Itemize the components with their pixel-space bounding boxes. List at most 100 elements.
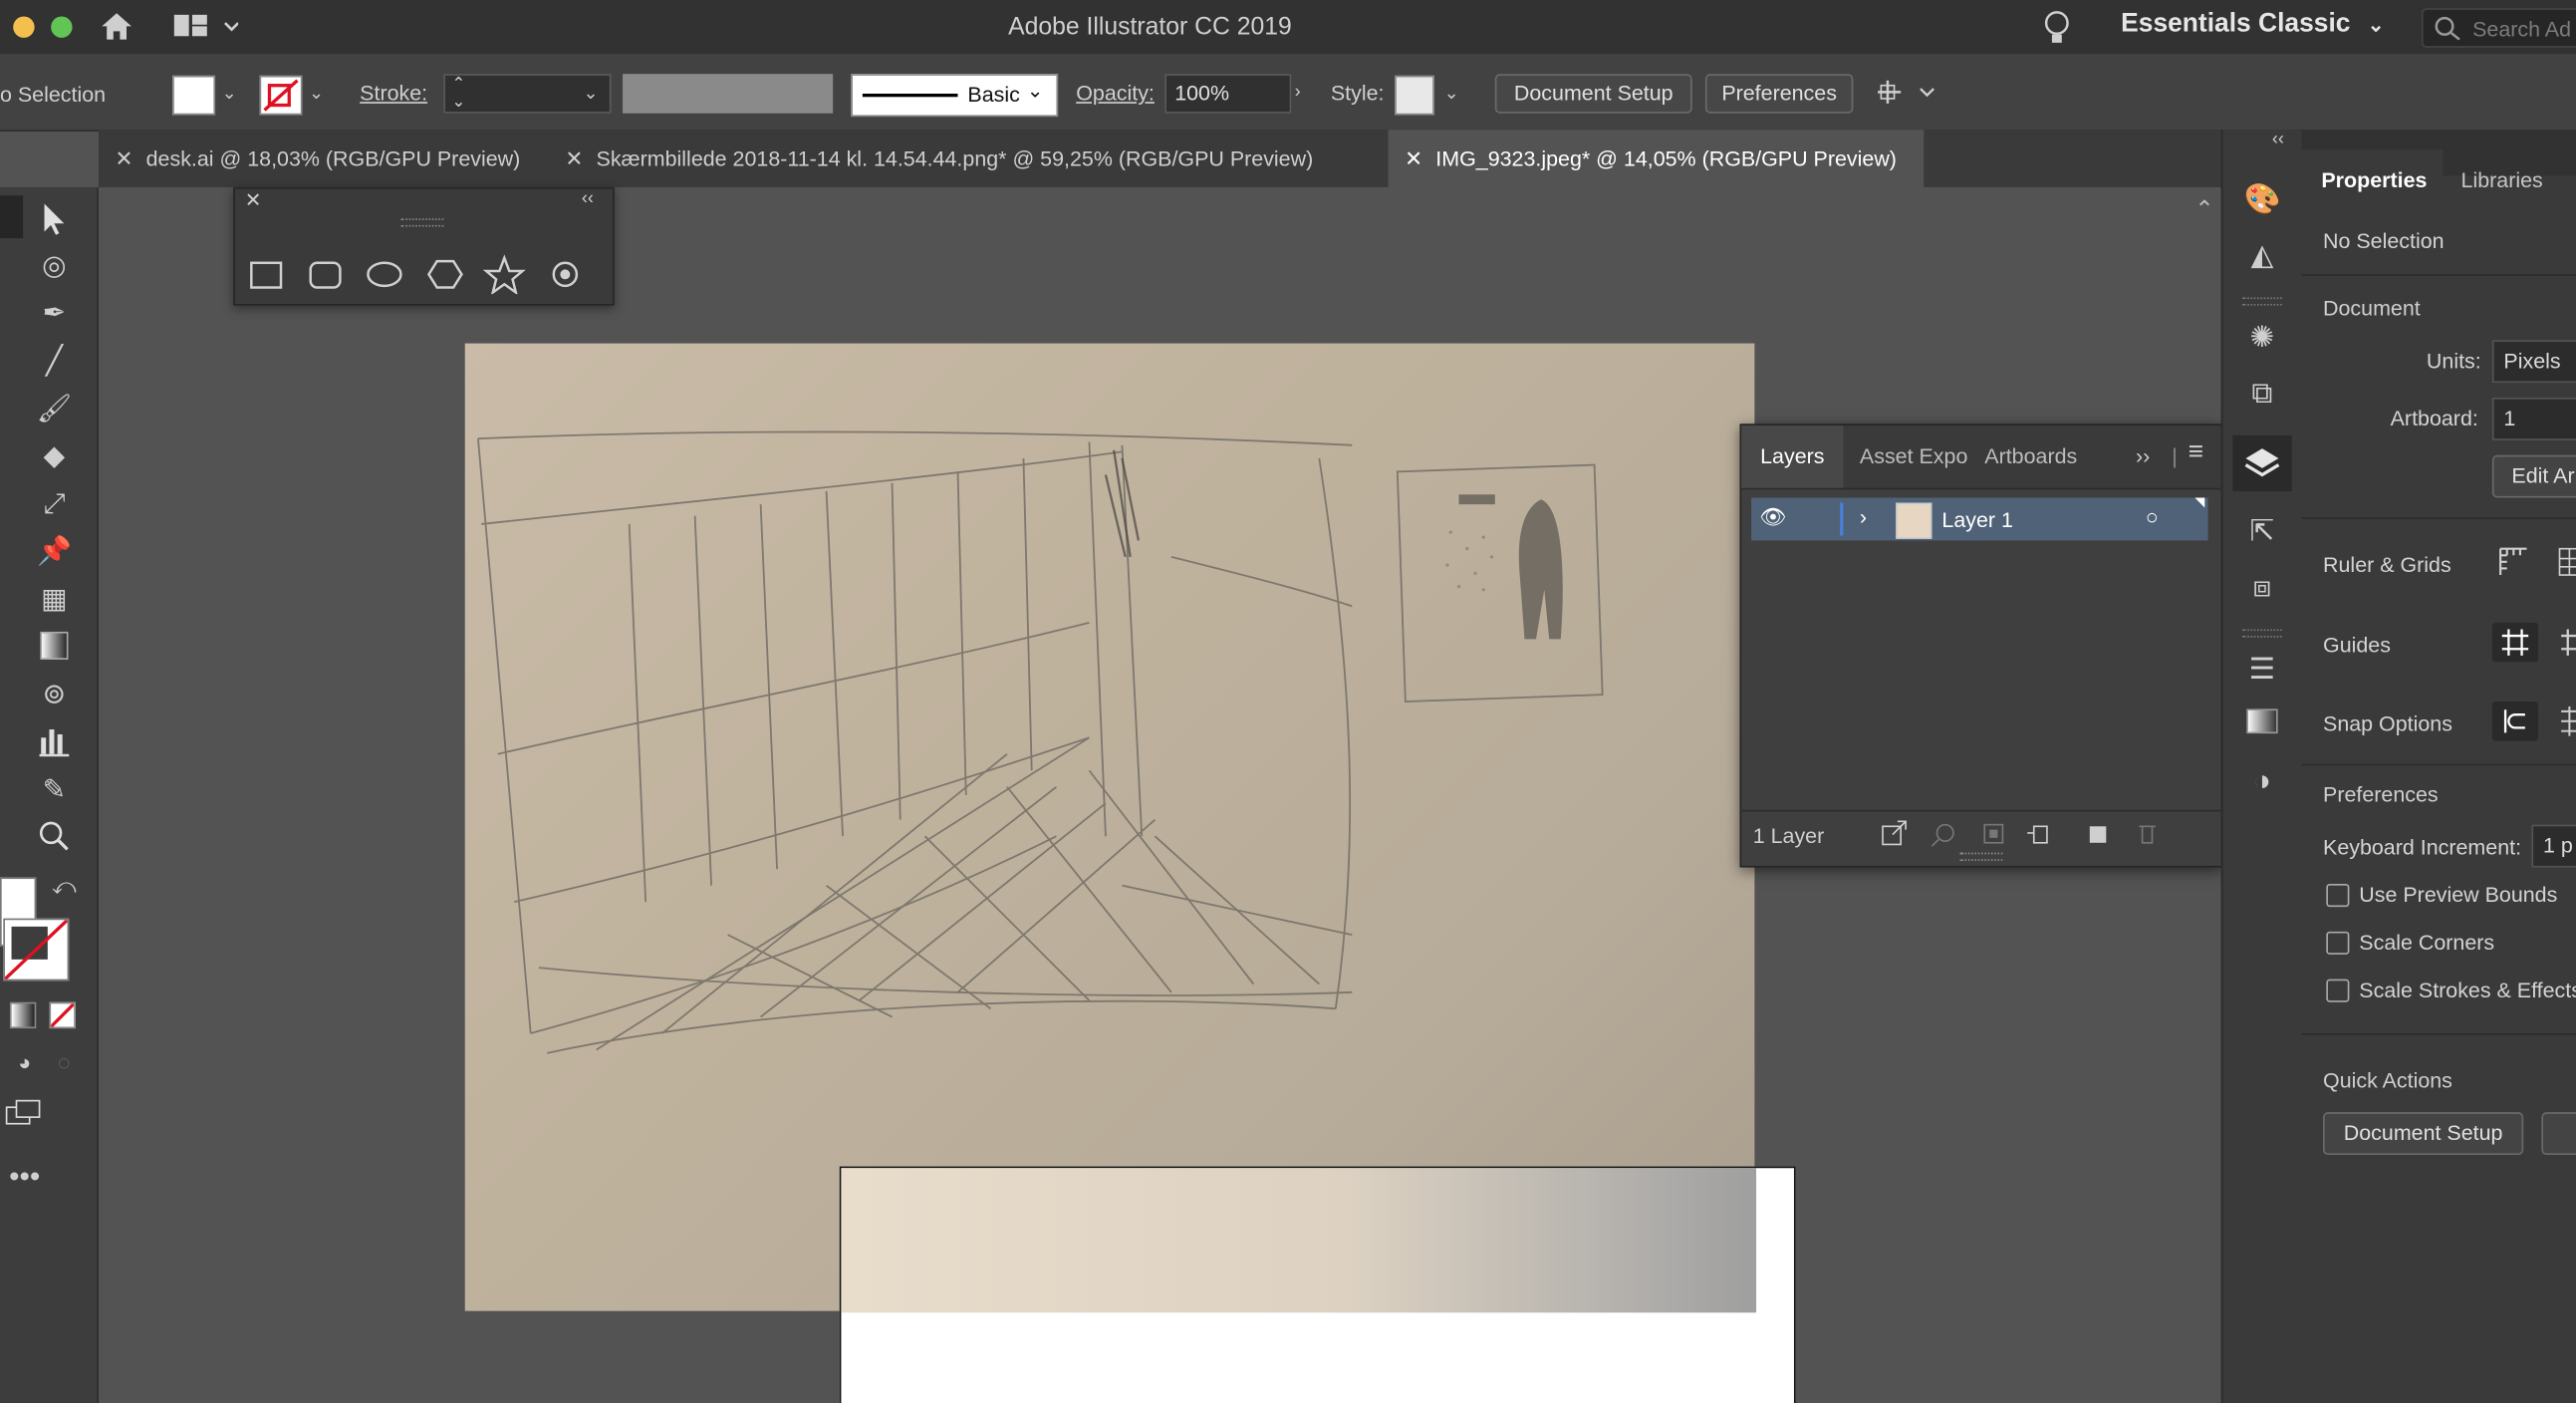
tab-artboards[interactable]: Artboards [1984, 425, 2099, 488]
direct-selection-tool-icon[interactable] [36, 200, 72, 236]
export-asset-icon[interactable]: ⇱ [2242, 511, 2282, 551]
chevron-down-icon[interactable]: ⌄ [309, 82, 324, 104]
stroke-weight-field[interactable]: ⌃ ⌄ ⌄ [443, 74, 612, 114]
tab-layers[interactable]: Layers [1741, 425, 1844, 488]
gradient-tool-icon[interactable] [36, 629, 72, 665]
variable-width-profile[interactable] [623, 74, 834, 114]
lasso-tool-icon[interactable]: ◎ [36, 248, 72, 284]
quick-preferences-button[interactable] [2541, 1112, 2576, 1156]
layer-row[interactable]: 👁 › Layer 1 ○ [1751, 497, 2208, 541]
shape-builder-tool-icon[interactable]: ⊚ [36, 677, 72, 712]
chevron-right-icon[interactable]: › [1295, 82, 1301, 102]
rounded-rectangle-tool-icon [309, 261, 342, 289]
chevron-down-icon[interactable]: ⌄ [1444, 82, 1459, 104]
rulers-icon[interactable] [2495, 544, 2531, 589]
tab-asset-export[interactable]: Asset Expo [1860, 425, 1974, 488]
eraser-tool-icon[interactable]: ◆ [36, 438, 72, 474]
collapse-icon[interactable]: ‹‹ [582, 189, 594, 209]
snap-to-point-button[interactable] [2491, 702, 2539, 741]
draw-normal-icon[interactable]: ◕ [7, 1045, 43, 1081]
dock-grip[interactable] [2242, 629, 2282, 638]
tab-properties[interactable]: Properties [2321, 167, 2427, 192]
eyedropper-tool-icon[interactable]: ✎ [36, 772, 72, 808]
cropped-photo-strip[interactable] [841, 1168, 1757, 1313]
scale-corners-label: Scale Corners [2359, 930, 2495, 955]
line-tool-icon[interactable]: ╱ [36, 344, 72, 380]
chevron-down-icon[interactable]: ⌄ [583, 82, 598, 104]
grid-icon[interactable] [2555, 544, 2576, 589]
edit-artboards-button[interactable]: Edit Ar [2491, 454, 2576, 498]
dock-grip[interactable] [2242, 297, 2282, 306]
more-tools-icon[interactable]: ••• [7, 1158, 43, 1194]
graphic-style-swatch[interactable] [1395, 75, 1434, 116]
screen-mode-icon[interactable] [3, 1097, 41, 1133]
snap-to-grid-icon[interactable] [2558, 702, 2576, 749]
lock-guides-icon[interactable] [2558, 623, 2576, 671]
transform-icon[interactable]: ⧉ [2242, 373, 2282, 413]
lightbulb-icon[interactable] [2042, 8, 2072, 56]
pen-tool-icon[interactable]: ✒ [36, 296, 72, 332]
artboards-icon[interactable]: ⧈ [2242, 567, 2282, 607]
tab-libraries[interactable]: Libraries [2461, 167, 2543, 192]
draw-behind-icon[interactable]: ◌ [46, 1045, 82, 1081]
stepper-icon[interactable]: ⌃ ⌄ [452, 76, 466, 112]
visibility-eye-icon[interactable]: 👁 [1759, 504, 1786, 530]
zoom-tool-icon[interactable] [36, 820, 72, 856]
workspace-switcher[interactable]: Essentials Classic ⌄ [2121, 10, 2384, 40]
opacity-label: Opacity: [1076, 80, 1155, 106]
chevron-right-icon[interactable]: › [1860, 504, 1867, 529]
gradient-panel-icon[interactable] [2242, 704, 2282, 744]
units-select[interactable]: Pixels [2491, 340, 2576, 384]
paintbrush-tool-icon[interactable]: 🖌 [36, 391, 73, 426]
selection-tool[interactable] [0, 195, 24, 239]
stroke-swatch[interactable] [259, 75, 303, 116]
search-input[interactable]: Search Ad [2421, 8, 2576, 48]
color-guide-icon[interactable]: ◭ [2242, 235, 2282, 275]
transparency-icon[interactable]: ◑ [2242, 760, 2282, 800]
panel-menu-icon[interactable]: ≡ [2189, 438, 2203, 468]
swap-colors-icon[interactable]: ⤺ [46, 868, 82, 904]
close-icon[interactable]: ✕ [115, 146, 132, 171]
close-icon[interactable]: ✕ [565, 146, 583, 171]
panel-resize-grip[interactable] [1959, 852, 2003, 861]
scroll-up-icon[interactable]: ⌃ [2194, 195, 2213, 223]
opacity-field[interactable]: 100% [1164, 74, 1292, 114]
arrange-icon[interactable] [1875, 77, 1940, 118]
gradient-mode-icon[interactable] [9, 1001, 37, 1029]
panel-grip[interactable] [400, 218, 444, 227]
puppet-warp-tool-icon[interactable]: 📌 [36, 534, 72, 570]
scale-corners-checkbox[interactable] [2326, 931, 2350, 955]
document-setup-button[interactable]: Document Setup [1494, 74, 1692, 114]
tab-img-9323[interactable]: ✕ IMG_9323.jpeg* @ 14,05% (RGB/GPU Previe… [1388, 130, 1925, 187]
scale-tool-icon[interactable]: ⤢ [36, 486, 72, 522]
close-icon[interactable]: ✕ [1405, 146, 1422, 171]
preferences-button[interactable]: Preferences [1704, 74, 1854, 114]
perspective-grid-tool-icon[interactable]: ▦ [36, 582, 72, 618]
none-mode-icon[interactable] [49, 1001, 76, 1029]
quick-document-setup-button[interactable]: Document Setup [2323, 1112, 2524, 1156]
tab-desk[interactable]: ✕ desk.ai @ 18,03% (RGB/GPU Preview) [99, 130, 546, 187]
artboard-select[interactable]: 1 [2491, 397, 2576, 440]
fill-swatch[interactable] [172, 75, 216, 116]
chevron-down-icon[interactable]: ⌄ [222, 82, 237, 104]
show-guides-button[interactable] [2491, 622, 2539, 663]
layers-panel-button[interactable] [2232, 434, 2292, 491]
expand-icon[interactable]: ›› [2136, 443, 2150, 468]
close-icon[interactable]: ✕ [245, 189, 262, 212]
make-clipping-mask-icon [1983, 823, 2004, 844]
artboard[interactable] [839, 1166, 1796, 1403]
rectangle-tool-icon [250, 261, 283, 289]
stroke-color-swatch[interactable] [3, 918, 70, 982]
use-preview-bounds-checkbox[interactable] [2326, 884, 2350, 908]
keyboard-increment-field[interactable]: 1 p [2531, 824, 2576, 868]
column-graph-tool-icon[interactable] [36, 724, 72, 760]
stroke-panel-icon[interactable]: ☰ [2242, 649, 2282, 689]
collapse-icon[interactable]: ‹‹ [2272, 130, 2284, 149]
new-sublayer-icon [2027, 825, 2048, 844]
brush-definition[interactable]: Basic ⌄ [851, 74, 1059, 118]
tab-screenshot[interactable]: ✕ Skærmbillede 2018-11-14 kl. 14.54.44.pn… [549, 130, 1387, 187]
appearance-icon[interactable]: ✺ [2242, 317, 2282, 357]
target-icon[interactable]: ○ [2146, 504, 2159, 529]
color-palette-icon[interactable]: 🎨 [2242, 179, 2282, 219]
scale-strokes-effects-checkbox[interactable] [2326, 979, 2350, 1002]
